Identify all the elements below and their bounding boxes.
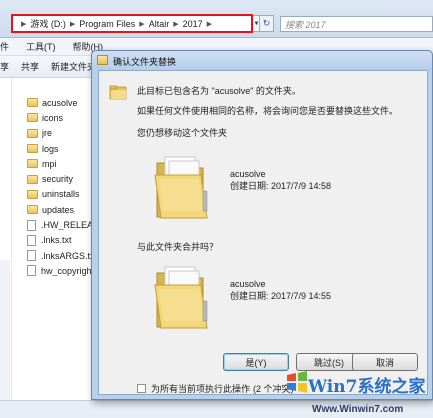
file-name: logs xyxy=(42,143,59,154)
target-folder-info[interactable]: acusolve 创建日期: 2017/7/9 14:55 xyxy=(230,278,331,302)
apply-to-all-checkbox[interactable] xyxy=(137,384,146,393)
file-name: uninstalls xyxy=(42,189,80,200)
dialog-body: 此目标已包含名为 "acusolve" 的文件夹。 如果任何文件使用相同的名称，… xyxy=(98,70,428,395)
watermark-url: Www.Winwin7.com xyxy=(312,404,404,415)
dialog-titlebar[interactable]: 确认文件夹替换 xyxy=(92,51,432,70)
file-name: .lnksARGS.tx xyxy=(41,250,95,261)
address-bar-row: ▶ 游戏 (D:) ▶ Program Files ▶ Altair ▶ 201… xyxy=(0,0,433,38)
file-icon xyxy=(27,250,36,262)
cmd-share[interactable]: 共享 xyxy=(21,60,39,73)
folder-icon xyxy=(27,189,38,199)
breadcrumb-arrow-icon[interactable]: ▶ xyxy=(173,20,178,28)
source-folder-info[interactable]: acusolve 创建日期: 2017/7/9 14:58 xyxy=(230,168,331,192)
folder-icon xyxy=(27,113,38,123)
target-folder-name: acusolve xyxy=(230,279,266,289)
dialog-title: 确认文件夹替换 xyxy=(113,57,177,67)
file-name: security xyxy=(42,174,74,185)
folder-icon xyxy=(109,85,127,100)
target-folder-created: 创建日期: 2017/7/9 14:55 xyxy=(230,291,332,301)
breadcrumb-program-files[interactable]: Program Files xyxy=(79,19,135,29)
windows-logo-icon xyxy=(287,371,307,393)
file-name: mpi xyxy=(42,158,57,169)
folder-icon xyxy=(27,174,38,184)
file-icon xyxy=(27,265,36,277)
file-name: updates xyxy=(42,204,75,215)
cmd-new-folder[interactable]: 新建文件夹 xyxy=(51,60,96,73)
apply-to-all-checkbox-row[interactable]: 为所有当前项执行此操作 (2 个冲突) xyxy=(137,382,294,395)
address-bar[interactable]: ▶ 游戏 (D:) ▶ Program Files ▶ Altair ▶ 201… xyxy=(11,14,253,33)
menu-tools[interactable]: 工具(T) xyxy=(26,40,56,53)
watermark-logo: Win7系统之家 xyxy=(308,377,426,397)
message-body: 如果任何文件使用相同的名称，将会询问您是否要替换这些文件。 xyxy=(137,106,399,116)
folder-icon xyxy=(151,261,219,331)
search-input[interactable]: 搜索 2017 xyxy=(280,16,433,32)
file-icon xyxy=(27,234,36,246)
source-folder-name: acusolve xyxy=(230,169,266,179)
folder-icon xyxy=(27,159,38,169)
watermark-logo-text: Win7系统之家 xyxy=(308,372,425,397)
file-name: jre xyxy=(42,128,53,139)
nav-scrollbar[interactable] xyxy=(0,260,10,410)
breadcrumb-drive[interactable]: 游戏 (D:) xyxy=(30,17,66,30)
folder-icon xyxy=(27,144,38,154)
breadcrumb-altair[interactable]: Altair xyxy=(149,19,170,29)
menu-file[interactable]: 件 xyxy=(0,40,9,53)
folder-icon xyxy=(27,205,38,215)
file-name: hw_copyright xyxy=(41,265,95,276)
merge-label: 与此文件夹合并吗？ xyxy=(137,242,219,252)
file-name: acusolve xyxy=(42,97,78,108)
cancel-button[interactable]: 取消 xyxy=(352,353,418,371)
confirm-folder-replace-dialog: 确认文件夹替换 此目标已包含名为 "acusolve" 的文件夹。 如果任何文件… xyxy=(91,50,433,400)
file-icon xyxy=(27,219,36,231)
refresh-icon[interactable]: ↻ xyxy=(259,15,274,32)
message-title: 此目标已包含名为 "acusolve" 的文件夹。 xyxy=(137,86,301,96)
breadcrumb-arrow-icon[interactable]: ▶ xyxy=(70,20,75,28)
site-watermark: Win7系统之家 Www.Winwin7.com xyxy=(285,370,433,418)
file-name: .lnks.txt xyxy=(41,235,72,246)
checkbox-label: 为所有当前项执行此操作 xyxy=(151,384,251,394)
cmd-share-partial[interactable]: 享 xyxy=(0,60,9,73)
source-folder-created: 创建日期: 2017/7/9 14:58 xyxy=(230,181,332,191)
folder-icon xyxy=(97,55,108,65)
breadcrumb-arrow-icon[interactable]: ▶ xyxy=(207,20,212,28)
breadcrumb-2017[interactable]: 2017 xyxy=(183,19,203,29)
breadcrumb-arrow-icon[interactable]: ▶ xyxy=(21,20,26,28)
file-name: icons xyxy=(42,112,64,123)
yes-button[interactable]: 是(Y) xyxy=(223,353,289,371)
keep-label: 您仍想移动这个文件夹 xyxy=(137,128,228,138)
folder-icon xyxy=(27,128,38,138)
folder-icon xyxy=(27,98,38,108)
folder-icon xyxy=(151,151,219,221)
breadcrumb-arrow-icon[interactable]: ▶ xyxy=(139,20,144,28)
